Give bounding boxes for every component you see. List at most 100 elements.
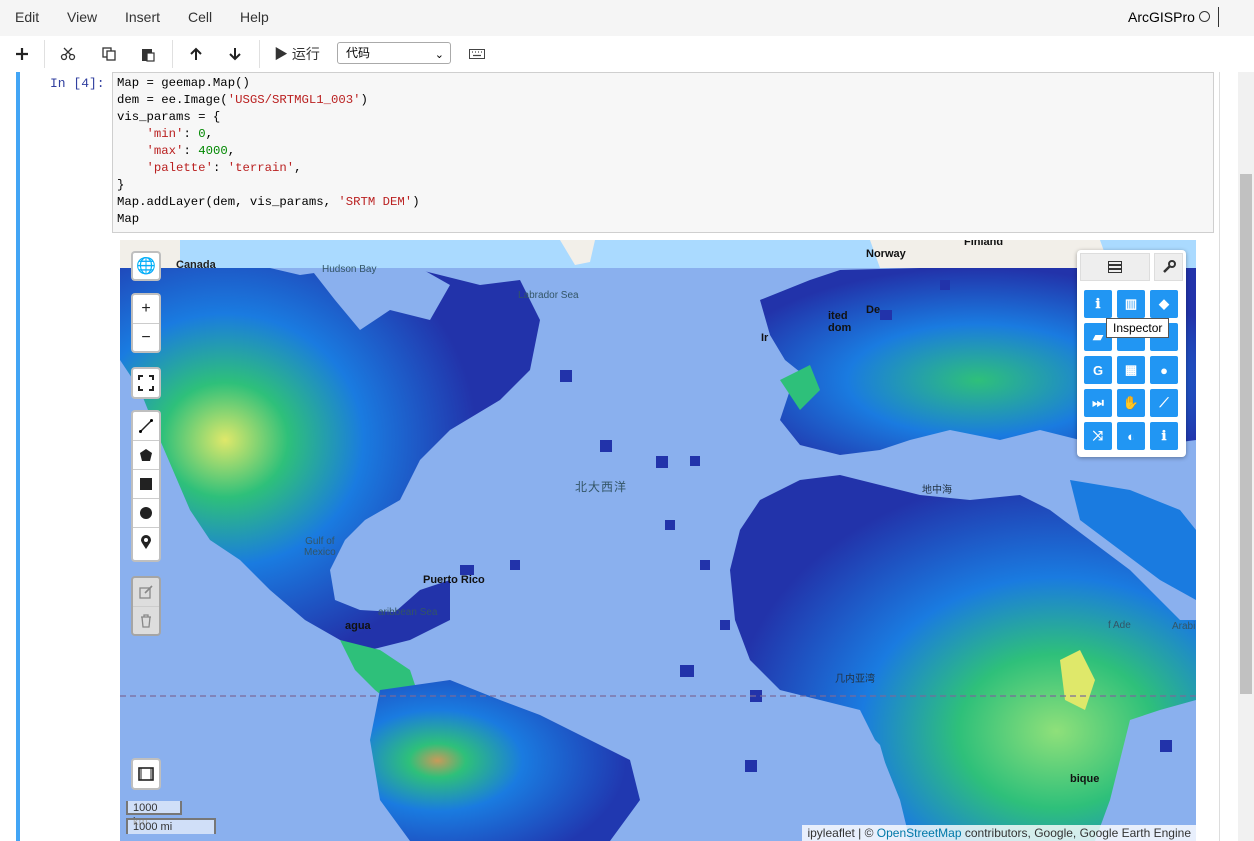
copy-icon	[102, 47, 116, 61]
film-icon	[138, 767, 154, 781]
code-line: Map = geemap.Map()	[117, 76, 250, 90]
move-up-button[interactable]	[184, 42, 208, 66]
paste-button[interactable]	[136, 42, 160, 66]
scale-km: 1000 km	[126, 801, 182, 828]
toolbar-divider	[172, 40, 173, 68]
notebook-area: In [4]: Map = geemap.Map() dem = ee.Imag…	[0, 72, 1238, 841]
code-line: 'max': 4000,	[146, 144, 236, 158]
draw-toolbar	[131, 410, 161, 562]
geemap-toolbar-panel: ℹ ▥ ◆ ▰ G ▦ ● ⏭ ✋ ⟋ ⤨ ◐ ℹ	[1077, 250, 1186, 457]
map-label: Finland	[964, 240, 1004, 248]
kernel-status-icon	[1199, 11, 1210, 22]
map-label: aribbean Sea	[378, 607, 438, 618]
globe-icon[interactable]: 🌐	[133, 253, 159, 279]
menu-divider	[1218, 7, 1219, 27]
osm-link[interactable]: OpenStreetMap	[877, 826, 962, 840]
dem-terrain-layer	[120, 240, 1196, 841]
wrench-icon	[1162, 260, 1176, 273]
zoom-in-button[interactable]: +	[133, 295, 159, 324]
hand-tool-icon[interactable]: ✋	[1117, 389, 1145, 417]
zoom-control: + −	[131, 293, 161, 353]
google-tool-icon[interactable]: G	[1084, 356, 1112, 384]
menu-insert[interactable]: Insert	[125, 9, 160, 25]
code-line: 'palette': 'terrain',	[146, 161, 302, 175]
draw-polygon-button[interactable]	[133, 441, 159, 470]
draw-polyline-button[interactable]	[133, 412, 159, 441]
random-tool-icon[interactable]: ⤨	[1084, 422, 1112, 450]
map-label: Norway	[866, 248, 906, 260]
draw-rectangle-button[interactable]	[133, 470, 159, 499]
code-line: vis_params = {	[117, 110, 221, 124]
layers-tab[interactable]	[1080, 253, 1150, 281]
cut-button[interactable]	[56, 42, 80, 66]
toolbar: ▶ 运行	[0, 36, 1254, 73]
layer-manager-button[interactable]	[133, 760, 159, 788]
tools-tab[interactable]	[1154, 253, 1183, 281]
map-label: Arabi	[1172, 621, 1196, 632]
info-tool-icon[interactable]: ℹ	[1084, 290, 1112, 318]
cell-type-select[interactable]: 代码 ⌄	[337, 42, 451, 64]
basemap-control[interactable]: 🌐	[131, 251, 161, 281]
map-label: 几内亚湾	[835, 674, 875, 685]
code-line: }	[117, 178, 125, 192]
draw-circle-button[interactable]	[133, 499, 159, 528]
menu-bar: Edit View Insert Cell Help ArcGISPro	[0, 0, 1254, 36]
fullscreen-button[interactable]	[133, 369, 159, 397]
map-label: Ir	[761, 332, 769, 344]
code-editor[interactable]: Map = geemap.Map() dem = ee.Image('USGS/…	[112, 72, 1214, 233]
kernel-name[interactable]: ArcGISPro	[1128, 9, 1195, 25]
server-icon	[1108, 261, 1122, 273]
zoom-out-button[interactable]: −	[133, 324, 159, 352]
attribution-prefix: ipyleaflet | ©	[807, 826, 877, 840]
insert-cell-button[interactable]	[10, 42, 34, 66]
cell-border	[1219, 72, 1220, 841]
map-label: ited dom	[828, 310, 852, 334]
arrow-down-icon	[229, 48, 241, 61]
fast-forward-tool-icon[interactable]: ⏭	[1084, 389, 1112, 417]
map-label: agua	[345, 620, 371, 632]
copy-button[interactable]	[97, 42, 121, 66]
move-down-button[interactable]	[223, 42, 247, 66]
map-label: f Ade	[1108, 620, 1131, 631]
scrollbar-thumb[interactable]	[1240, 174, 1252, 694]
map-label: Hudson Bay	[322, 264, 377, 275]
south-america-terrain	[370, 680, 640, 841]
polyline-icon	[139, 419, 153, 433]
menu-view[interactable]: View	[67, 9, 97, 25]
map-label: Labrador Sea	[518, 290, 579, 301]
eraser-tool-icon[interactable]: ◆	[1150, 290, 1178, 318]
help-tool-icon[interactable]: ℹ	[1150, 422, 1178, 450]
plus-icon	[16, 48, 28, 60]
line-chart-tool-icon[interactable]: ⟋	[1150, 389, 1178, 417]
marker-icon	[141, 534, 151, 549]
code-line: Map	[117, 212, 140, 226]
arrow-up-icon	[190, 47, 202, 60]
map-label: 北大西洋	[575, 480, 628, 494]
contrast-tool-icon[interactable]: ◐	[1117, 422, 1145, 450]
bar-chart-tool-icon[interactable]: ▥	[1117, 290, 1145, 318]
menu-help[interactable]: Help	[240, 9, 269, 25]
run-button[interactable]: ▶ 运行	[272, 42, 322, 66]
map-label: bique	[1070, 773, 1100, 785]
keyboard-icon	[469, 49, 485, 59]
map-widget[interactable]: Canada Hudson Bay Labrador Sea 北大西洋 Gulf…	[120, 240, 1196, 841]
map-label: Puerto Rico	[423, 574, 485, 586]
edit-layers-button[interactable]	[133, 578, 159, 607]
menu-cell[interactable]: Cell	[188, 9, 212, 25]
paste-icon	[142, 48, 155, 62]
scissors-icon	[60, 47, 76, 61]
chevron-down-icon: ⌄	[434, 49, 444, 61]
menu-edit[interactable]: Edit	[15, 9, 39, 25]
map-tool-icon[interactable]: ▦	[1117, 356, 1145, 384]
inspector-tooltip: Inspector	[1106, 318, 1170, 338]
draw-marker-button[interactable]	[133, 528, 159, 556]
keyboard-button[interactable]	[466, 42, 488, 66]
code-line: dem = ee.Image('USGS/SRTMGL1_003')	[117, 93, 368, 107]
delete-layers-button[interactable]	[133, 607, 159, 635]
scale-mi: 1000 mi	[126, 818, 216, 834]
attribution-suffix: contributors, Google, Google Earth Engin…	[961, 826, 1191, 840]
rectangle-icon	[140, 478, 152, 490]
edit-toolbar	[131, 576, 161, 636]
map-label: Canada	[176, 259, 216, 271]
globe-tool-icon[interactable]: ●	[1150, 356, 1178, 384]
